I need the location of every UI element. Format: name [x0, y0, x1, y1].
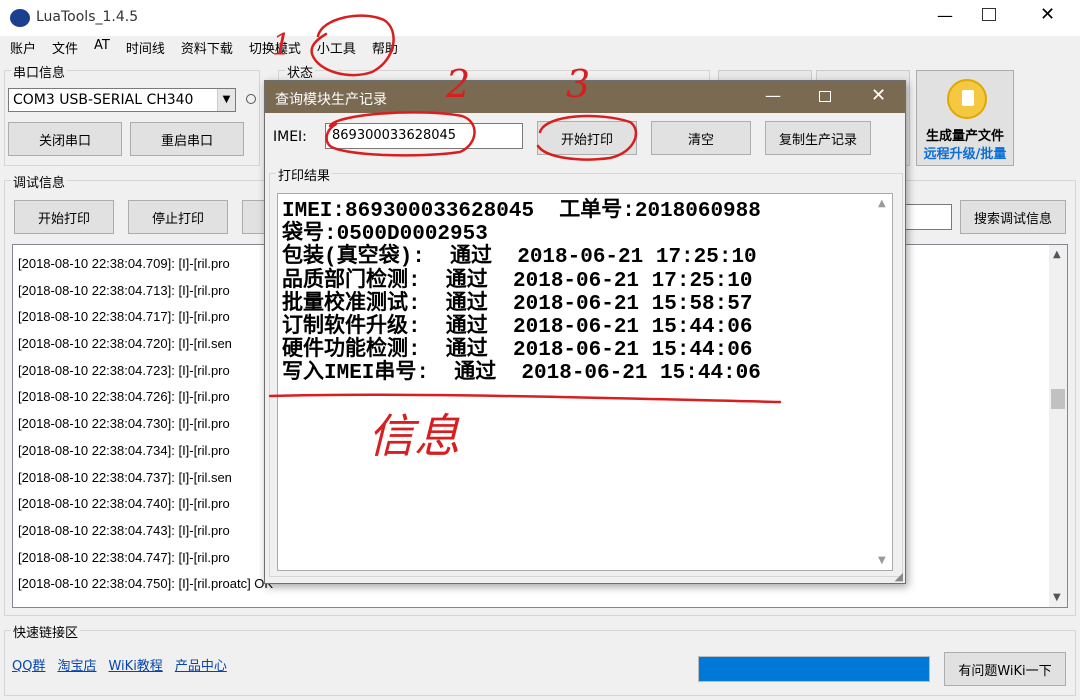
- log-line: [2018-08-10 22:38:04.709]: [I]-[ril.pro: [18, 256, 230, 271]
- scroll-thumb[interactable]: [1051, 389, 1065, 409]
- menu-item-help[interactable]: 帮助: [372, 38, 398, 58]
- port-select[interactable]: COM3 USB-SERIAL CH340 ▼: [8, 88, 236, 112]
- search-input[interactable]: [900, 204, 952, 230]
- dialog-close-icon[interactable]: ✕: [871, 85, 886, 106]
- result-line: 袋号:0500D0002953: [282, 223, 488, 247]
- result-scrollbar[interactable]: ▲ ▼: [874, 194, 892, 570]
- result-line: IMEI:869300033628045 工单号:2018060988: [282, 200, 761, 223]
- debug-group-label: 调试信息: [11, 172, 68, 191]
- dialog-maximize-icon[interactable]: [819, 91, 831, 102]
- window-title: LuaTools_1.4.5: [36, 9, 139, 25]
- imei-input-value: 869300033628045: [332, 128, 457, 143]
- log-line: [2018-08-10 22:38:04.737]: [I]-[ril.sen: [18, 469, 232, 485]
- result-line: 包装(真空袋): 通过 2018-06-21 17:25:10: [282, 246, 757, 270]
- annotation-number-1: 1: [272, 28, 292, 63]
- menu-item-timeline[interactable]: 时间线: [126, 38, 165, 58]
- clear-button[interactable]: 清空: [651, 121, 751, 155]
- log-line: [2018-08-10 22:38:04.743]: [I]-[ril.pro: [18, 522, 230, 538]
- quicklinks: QQ群 淘宝店 WiKi教程 产品中心: [12, 655, 239, 674]
- wiki-help-button[interactable]: 有问题WiKi一下: [944, 652, 1066, 686]
- log-line: [2018-08-10 22:38:04.750]: [I]-[ril.proa…: [18, 576, 274, 592]
- chevron-down-icon: ▼: [217, 89, 235, 111]
- document-icon: [947, 79, 987, 119]
- serial-group-label: 串口信息: [11, 62, 68, 81]
- log-line: [2018-08-10 22:38:04.723]: [I]-[ril.pro: [18, 362, 230, 378]
- log-line: [2018-08-10 22:38:04.730]: [I]-[ril.pro: [18, 416, 230, 432]
- result-area[interactable]: IMEI:869300033628045 工单号:2018060988 袋号:0…: [277, 193, 893, 571]
- remote-upgrade-label: 远程升级/批量: [923, 147, 1007, 162]
- annotation-note: 信息: [368, 409, 460, 463]
- scroll-up-icon[interactable]: ▲: [878, 198, 886, 209]
- link-qq-group[interactable]: QQ群: [12, 655, 45, 674]
- result-line: 写入IMEI串号: 通过 2018-06-21 15:44:06: [282, 362, 761, 386]
- log-line: [2018-08-10 22:38:04.726]: [I]-[ril.pro: [18, 389, 230, 405]
- menu-bar: 账户 文件 AT 时间线 资料下载 切换模式 小工具 帮助: [10, 38, 414, 58]
- status-group-label: 状态: [285, 62, 316, 81]
- start-print-button[interactable]: 开始打印: [14, 200, 114, 234]
- scroll-down-icon[interactable]: ▼: [1053, 592, 1061, 603]
- result-line: 硬件功能检测: 通过 2018-06-21 15:44:06: [282, 339, 753, 363]
- dialog-start-print-button[interactable]: 开始打印: [537, 121, 637, 155]
- search-debug-button[interactable]: 搜索调试信息: [960, 200, 1066, 234]
- progress-fill: [699, 657, 929, 681]
- annotation-number-3: 3: [566, 62, 591, 106]
- menu-item-downloads[interactable]: 资料下载: [181, 38, 233, 58]
- app-logo-icon: [10, 9, 30, 27]
- port-select-value: COM3 USB-SERIAL CH340: [13, 92, 194, 108]
- log-scrollbar[interactable]: ▲ ▼: [1049, 245, 1067, 607]
- maximize-icon[interactable]: [982, 8, 996, 21]
- annotation-number-2: 2: [446, 62, 471, 106]
- close-port-button[interactable]: 关闭串口: [8, 122, 122, 156]
- stop-print-button[interactable]: 停止打印: [128, 200, 228, 234]
- dialog-title: 查询模块生产记录: [275, 92, 387, 108]
- progress-bar: [698, 656, 930, 682]
- link-wiki-tutorial[interactable]: WiKi教程: [108, 655, 162, 674]
- link-taobao-store[interactable]: 淘宝店: [57, 655, 96, 674]
- menu-item-tools[interactable]: 小工具: [317, 38, 356, 58]
- scroll-up-icon[interactable]: ▲: [1053, 249, 1061, 260]
- result-line: 批量校准测试: 通过 2018-06-21 15:58:57: [282, 292, 753, 316]
- log-line: [2018-08-10 22:38:04.747]: [I]-[ril.pro: [18, 549, 230, 565]
- title-bar: LuaTools_1.4.5 — ✕: [0, 0, 1080, 36]
- copy-record-button[interactable]: 复制生产记录: [765, 121, 871, 155]
- produce-file-label: 生成量产文件: [925, 129, 1004, 144]
- result-group-label: 打印结果: [276, 165, 333, 184]
- query-dialog: 查询模块生产记录 — ✕ IMEI: 869300033628045 开始打印 …: [264, 80, 906, 584]
- menu-item-at[interactable]: AT: [94, 38, 110, 58]
- radio-icon[interactable]: [246, 94, 256, 104]
- produce-file-button[interactable]: 生成量产文件 远程升级/批量: [916, 70, 1014, 166]
- close-icon[interactable]: ✕: [1040, 4, 1055, 25]
- scroll-down-icon[interactable]: ▼: [878, 555, 886, 566]
- log-line: [2018-08-10 22:38:04.740]: [I]-[ril.pro: [18, 496, 230, 512]
- menu-item-file[interactable]: 文件: [52, 38, 78, 58]
- result-lines: IMEI:869300033628045 工单号:2018060988 袋号:0…: [282, 200, 761, 386]
- log-lines: [2018-08-10 22:38:04.709]: [I]-[ril.pro …: [15, 251, 273, 598]
- log-line: [2018-08-10 22:38:04.720]: [I]-[ril.sen: [18, 336, 232, 352]
- imei-input[interactable]: 869300033628045: [325, 123, 523, 149]
- result-line: 订制软件升级: 通过 2018-06-21 15:44:06: [282, 316, 753, 340]
- log-line: [2018-08-10 22:38:04.717]: [I]-[ril.pro: [18, 309, 230, 325]
- log-line: [2018-08-10 22:38:04.713]: [I]-[ril.pro: [18, 282, 230, 298]
- restart-port-button[interactable]: 重启串口: [130, 122, 244, 156]
- log-line: [2018-08-10 22:38:04.734]: [I]-[ril.pro: [18, 442, 230, 458]
- link-product-center[interactable]: 产品中心: [175, 655, 227, 674]
- menu-item-account[interactable]: 账户: [10, 38, 36, 58]
- dialog-minimize-icon[interactable]: —: [765, 86, 781, 105]
- imei-label: IMEI:: [273, 129, 307, 145]
- result-line: 品质部门检测: 通过 2018-06-21 17:25:10: [282, 269, 753, 293]
- quicklinks-group-label: 快速链接区: [11, 622, 81, 641]
- minimize-icon[interactable]: —: [930, 6, 960, 25]
- resize-grip-icon[interactable]: ◢: [895, 570, 903, 583]
